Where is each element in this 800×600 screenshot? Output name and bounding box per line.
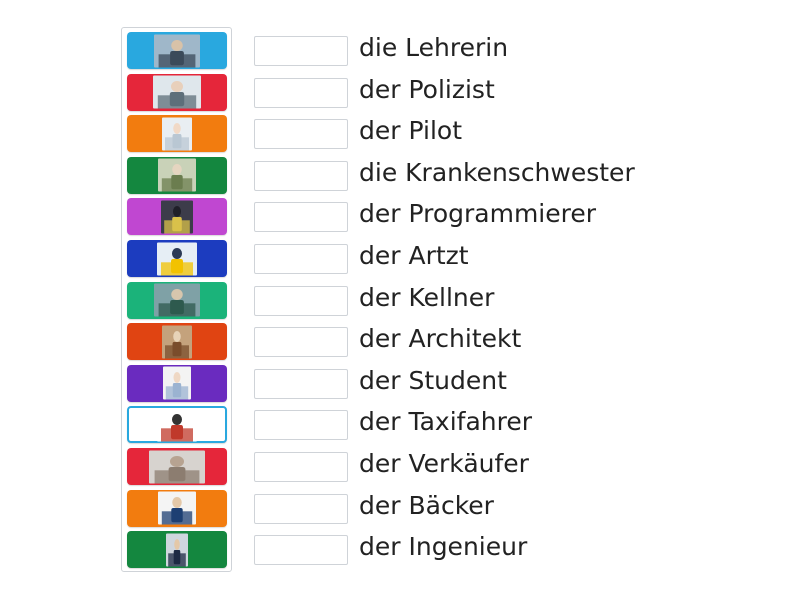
drop-slot[interactable]: [254, 202, 348, 233]
word-label: der Taxifahrer: [359, 407, 533, 437]
draggable-image-tile[interactable]: [127, 115, 227, 153]
draggable-image-tile[interactable]: [127, 531, 227, 569]
image-tile-column: [121, 27, 232, 572]
drop-slot[interactable]: [254, 244, 348, 274]
drop-slot[interactable]: [254, 327, 348, 358]
student-with-laptop-photo-icon: [158, 491, 196, 525]
word-label: der Kellner: [359, 282, 495, 312]
draggable-image-tile[interactable]: [127, 323, 227, 361]
word-label: die Krankenschwester: [359, 157, 635, 187]
draggable-image-tile[interactable]: [127, 198, 227, 236]
drop-slot[interactable]: [254, 36, 348, 66]
man-at-car-photo-icon: [153, 75, 201, 109]
drop-slot[interactable]: [254, 535, 348, 566]
word-label: der Programmierer: [359, 199, 597, 229]
draggable-image-tile[interactable]: [127, 32, 227, 69]
programmer-at-desk-photo-icon: [161, 200, 193, 234]
draggable-image-tile[interactable]: [127, 406, 227, 444]
word-label: der Polizist: [359, 74, 495, 104]
classroom-teacher-photo-icon: [154, 283, 200, 317]
shop-assistant-photo-icon: [149, 450, 205, 483]
draggable-image-tile[interactable]: [127, 448, 227, 485]
word-label: der Student: [359, 365, 507, 395]
drop-slot[interactable]: [254, 77, 348, 108]
word-label: der Ingenieur: [359, 532, 528, 562]
word-label: der Bäcker: [359, 490, 494, 520]
word-label: der Architekt: [359, 324, 522, 354]
word-label: der Artzt: [359, 241, 469, 270]
drop-slot[interactable]: [254, 410, 348, 441]
drop-slot[interactable]: [254, 119, 348, 150]
drop-slot[interactable]: [254, 452, 348, 482]
draggable-image-tile[interactable]: [127, 156, 227, 194]
draggable-image-tile[interactable]: [127, 240, 227, 277]
waiter-running-photo-icon: [157, 408, 197, 442]
draggable-image-tile[interactable]: [127, 73, 227, 111]
word-label: die Lehrerin: [359, 33, 509, 62]
drop-slot[interactable]: [254, 493, 348, 524]
drop-slot[interactable]: [254, 285, 348, 316]
bakery-shelf-photo-icon: [162, 325, 192, 359]
draggable-image-tile[interactable]: [127, 364, 227, 402]
doctor-photo-icon: [162, 117, 192, 151]
drop-slot[interactable]: [254, 368, 348, 399]
police-officer-photo-icon: [166, 533, 188, 567]
draggable-image-tile[interactable]: [127, 489, 227, 527]
drop-slot[interactable]: [254, 160, 348, 191]
nurse-photo-icon: [163, 366, 191, 400]
word-label: der Pilot: [359, 116, 462, 146]
draggable-image-tile[interactable]: [127, 281, 227, 319]
baker-at-counter-photo-icon: [158, 158, 196, 192]
engineers-with-helmets-photo-icon: [157, 242, 197, 275]
word-label: der Verkäufer: [359, 449, 529, 478]
teacher-in-cockpit-photo-icon: [154, 34, 200, 67]
